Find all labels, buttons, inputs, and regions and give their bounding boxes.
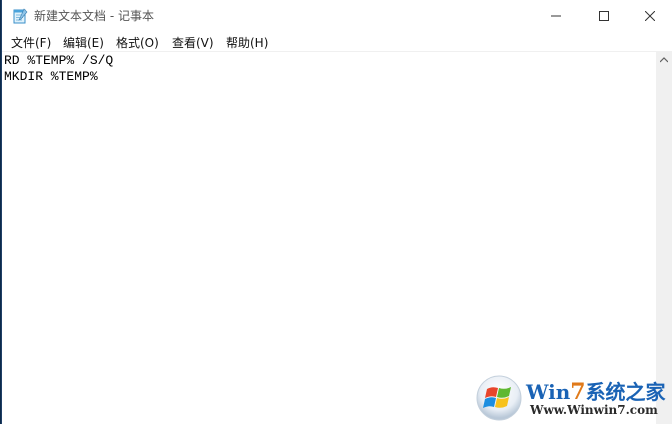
windows-logo-icon — [476, 375, 522, 421]
notepad-icon — [13, 8, 28, 24]
maximize-icon — [599, 10, 609, 21]
notepad-window: 新建文本文档 - 记事本 文件(F) 编辑(E) 格式(O) 查看(V) 帮助(… — [1, 0, 672, 424]
menu-file[interactable]: 文件(F) — [11, 34, 51, 51]
chevron-up-icon — [660, 57, 668, 63]
scroll-up-button[interactable] — [656, 52, 672, 68]
site-watermark: Win7系统之家 Www.Winwin7.com — [474, 372, 672, 424]
minimize-button[interactable] — [533, 0, 579, 31]
vertical-scrollbar[interactable] — [656, 52, 672, 424]
window-title: 新建文本文档 - 记事本 — [34, 9, 154, 23]
menu-format[interactable]: 格式(O) — [116, 34, 159, 51]
watermark-url: Www.Winwin7.com — [530, 403, 658, 417]
editor-line: RD %TEMP% /S/Q — [4, 53, 114, 68]
menu-edit[interactable]: 编辑(E) — [63, 34, 104, 51]
brand-seven: 7 — [570, 379, 586, 405]
text-editor-area[interactable]: RD %TEMP% /S/Q MKDIR %TEMP% — [2, 52, 656, 424]
editor-line: MKDIR %TEMP% — [4, 69, 98, 84]
close-icon — [645, 10, 655, 21]
brand-suffix: 系统之家 — [585, 380, 666, 404]
minimize-icon — [551, 15, 561, 16]
brand-prefix: Win — [526, 380, 571, 404]
menu-help[interactable]: 帮助(H) — [226, 34, 268, 51]
watermark-brand: Win7系统之家 — [526, 376, 666, 405]
maximize-button[interactable] — [581, 0, 627, 31]
menu-bar: 文件(F) 编辑(E) 格式(O) 查看(V) 帮助(H) — [2, 31, 672, 52]
close-button[interactable] — [627, 0, 672, 31]
menu-view[interactable]: 查看(V) — [172, 34, 214, 51]
title-bar[interactable]: 新建文本文档 - 记事本 — [2, 0, 672, 31]
